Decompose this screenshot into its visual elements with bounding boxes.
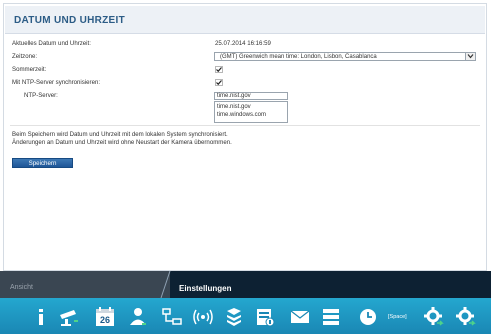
app-window: DATUM UND UHRZEIT Aktuelles Datum und Uh… (0, 0, 491, 334)
current-datetime-value: 25.07.2014 16:16:59 (215, 40, 271, 47)
ntp-sync-label: Mit NTP-Server synchronisieren: (12, 79, 101, 86)
ntp-server-option[interactable]: time.windows.com (217, 112, 266, 118)
language-icon[interactable]: [Space] (388, 306, 410, 328)
note-restart: Änderungen an Datum und Uhrzeit wird ohn… (12, 139, 232, 146)
ntp-server-list[interactable]: time.nist.gov time.windows.com (214, 101, 288, 123)
tab-view[interactable]: Ansicht (0, 271, 170, 298)
language-text: [Space] (388, 314, 407, 320)
calendar-day: 26 (100, 315, 110, 325)
network-icon[interactable] (161, 306, 182, 328)
note-sync: Beim Speichern wird Datum und Uhrzeit mi… (12, 131, 228, 138)
recording-icon[interactable] (254, 306, 275, 328)
ntp-server-label: NTP-Server: (24, 92, 58, 99)
divider (10, 125, 480, 126)
calendar-icon[interactable]: 26 (94, 306, 114, 328)
timezone-label: Zeitzone: (12, 53, 38, 60)
tab-settings[interactable]: Einstellungen (163, 271, 491, 298)
dst-label: Sommerzeit: (12, 66, 47, 73)
info-icon[interactable] (31, 306, 51, 328)
advanced-gear-icon[interactable] (455, 306, 476, 328)
storage-icon[interactable] (320, 306, 340, 328)
email-icon[interactable] (289, 306, 310, 328)
user-icon[interactable] (128, 306, 148, 328)
current-datetime-label: Aktuelles Datum und Uhrzeit: (12, 40, 91, 47)
shield-icon[interactable] (223, 306, 243, 328)
dst-checkbox[interactable] (215, 66, 223, 73)
wireless-icon[interactable] (192, 306, 213, 328)
save-button[interactable]: Speichern (12, 158, 73, 168)
camera-icon[interactable] (58, 306, 78, 328)
ntp-server-input[interactable]: time.nist.gov (214, 92, 288, 100)
ntp-server-option[interactable]: time.nist.gov (217, 104, 251, 110)
clock-icon[interactable] (357, 306, 377, 328)
tab-view-label: Ansicht (10, 284, 33, 291)
ntp-server-value: time.nist.gov (217, 93, 251, 99)
timezone-select[interactable]: (GMT) Greenwich mean time: London, Lisbo… (214, 52, 476, 61)
settings-gear-icon[interactable] (423, 306, 444, 328)
chevron-down-icon[interactable] (465, 53, 475, 60)
timezone-selected-value: (GMT) Greenwich mean time: London, Lisbo… (220, 54, 377, 60)
ntp-sync-checkbox[interactable] (215, 79, 223, 86)
tab-settings-label: Einstellungen (179, 284, 232, 293)
